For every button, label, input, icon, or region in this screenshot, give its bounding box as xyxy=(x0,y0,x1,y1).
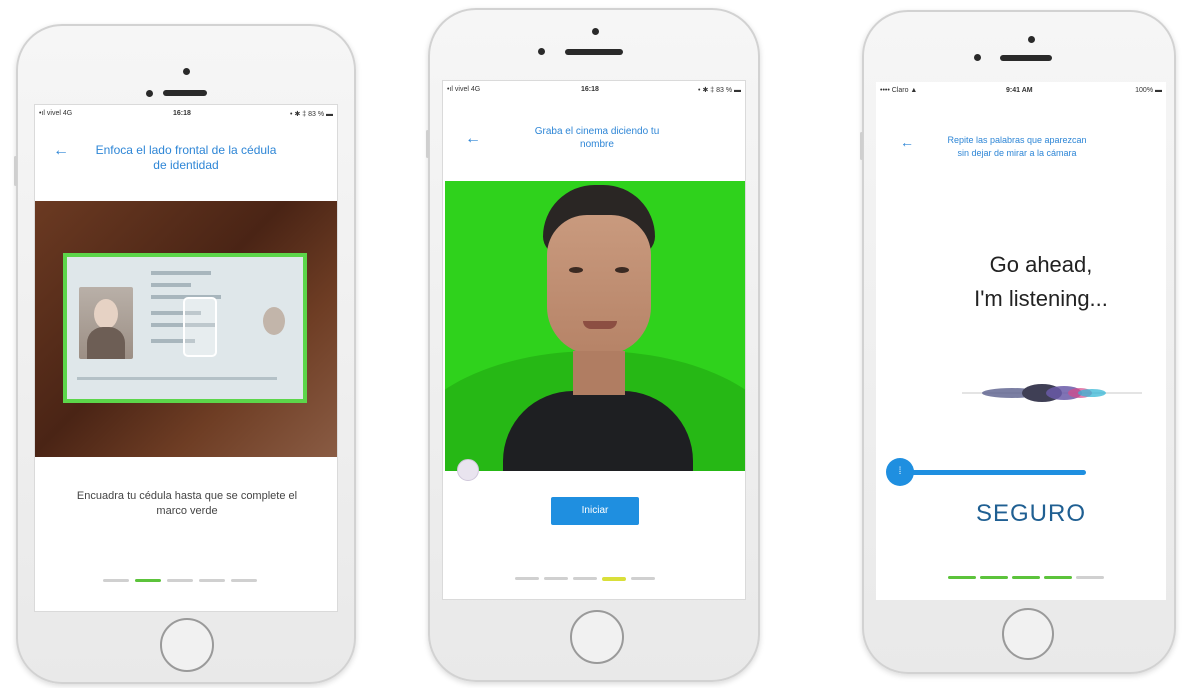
home-button[interactable] xyxy=(160,618,214,672)
front-camera-icon xyxy=(592,28,599,35)
carrier-label: •ıl vivel 4G xyxy=(447,86,481,93)
status-bar: •••• Claro ▲ 9:41 AM 100% ▬ xyxy=(876,82,1166,98)
battery-label: • ✱ ‡ 83 % ▬ xyxy=(290,111,333,118)
instruction-text: Encuadra tu cédula hasta que se complete… xyxy=(76,490,298,517)
record-indicator-icon xyxy=(457,459,479,481)
camera-viewfinder xyxy=(35,201,337,457)
progress-indicator xyxy=(103,579,257,582)
speaker-grille xyxy=(1000,55,1052,61)
progress-step-active xyxy=(135,579,161,582)
phone-frame-3: •••• Claro ▲ 9:41 AM 100% ▬ ← Repite las… xyxy=(860,10,1176,674)
back-arrow-icon[interactable]: ← xyxy=(53,143,69,159)
progress-step-complete xyxy=(980,576,1008,579)
progress-indicator xyxy=(948,576,1104,579)
id-card-small-photo xyxy=(263,307,285,335)
speaker-grille xyxy=(163,90,207,96)
slider-handle-icon[interactable]: ⁞ xyxy=(886,458,914,486)
camera-viewfinder xyxy=(445,181,745,471)
progress-step xyxy=(103,579,129,582)
phone-frame-1: •ıl vivel 4G 16:18 • ✱ ‡ 83 % ▬ ← Enfoca… xyxy=(14,24,356,684)
back-arrow-icon[interactable]: ← xyxy=(900,134,914,150)
page-title: Graba el cinema diciendo tu nombre xyxy=(534,126,660,150)
page-title: Repite las palabras que aparezcan sin de… xyxy=(947,135,1087,158)
spoken-word: SEGURO xyxy=(975,500,1086,527)
clock-label: 16:18 xyxy=(581,86,599,93)
person-face xyxy=(503,181,693,471)
progress-step-complete xyxy=(948,576,976,579)
progress-step xyxy=(167,579,193,582)
battery-label: 100% ▬ xyxy=(1135,87,1162,94)
screen-voice-capture: •••• Claro ▲ 9:41 AM 100% ▬ ← Repite las… xyxy=(876,82,1166,600)
progress-step xyxy=(631,577,655,580)
carrier-label: •ıl vivel 4G xyxy=(39,110,73,117)
clock-label: 16:18 xyxy=(173,110,191,117)
carrier-label: •••• Claro ▲ xyxy=(880,87,918,94)
front-camera-icon xyxy=(183,68,190,75)
screen-id-capture: •ıl vivel 4G 16:18 • ✱ ‡ 83 % ▬ ← Enfoca… xyxy=(34,104,338,612)
status-bar: •ıl vivel 4G 16:18 • ✱ ‡ 83 % ▬ xyxy=(443,81,745,97)
progress-step-complete xyxy=(1012,576,1040,579)
progress-step xyxy=(544,577,568,580)
screen-selfie-video: •ıl vivel 4G 16:18 • ✱ ‡ 83 % ▬ ← Graba … xyxy=(442,80,746,600)
clock-label: 9:41 AM xyxy=(1006,87,1033,94)
progress-step xyxy=(1076,576,1104,579)
progress-indicator xyxy=(515,577,655,581)
id-card-photo xyxy=(79,287,133,359)
progress-step xyxy=(231,579,257,582)
speaker-grille xyxy=(565,49,623,55)
listening-text-line2: I'm listening... xyxy=(974,286,1108,311)
progress-slider[interactable]: ⁞ xyxy=(886,458,1086,486)
id-card-frame xyxy=(63,253,307,403)
listening-text-line1: Go ahead, xyxy=(989,252,1093,277)
progress-step xyxy=(573,577,597,580)
battery-label: • ✱ ‡ 83 % ▬ xyxy=(698,87,741,94)
progress-step-active xyxy=(602,577,626,581)
start-button[interactable]: Iniciar xyxy=(551,497,639,525)
phone-overlay-icon xyxy=(183,297,217,357)
home-button[interactable] xyxy=(570,610,624,664)
slider-track xyxy=(896,470,1086,475)
progress-step xyxy=(199,579,225,582)
voice-waveform-icon xyxy=(962,384,1142,402)
home-button[interactable] xyxy=(1002,608,1054,660)
front-camera-icon xyxy=(1028,36,1035,43)
progress-step xyxy=(515,577,539,580)
progress-step-complete xyxy=(1044,576,1072,579)
back-arrow-icon[interactable]: ← xyxy=(465,131,481,147)
status-bar: •ıl vivel 4G 16:18 • ✱ ‡ 83 % ▬ xyxy=(35,105,337,121)
page-title: Enfoca el lado frontal de la cédula de i… xyxy=(95,143,277,172)
phone-frame-2: •ıl vivel 4G 16:18 • ✱ ‡ 83 % ▬ ← Graba … xyxy=(426,8,760,682)
